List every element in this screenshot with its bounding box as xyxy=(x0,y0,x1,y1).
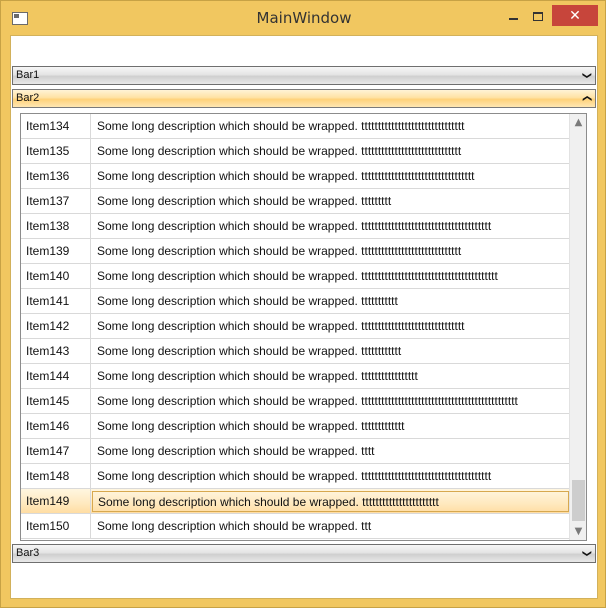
list-item[interactable]: Item138 Some long description which shoul… xyxy=(21,214,569,239)
list-item[interactable]: Item142 Some long description which shoul… xyxy=(21,314,569,339)
list-item[interactable]: Item147 Some long description which shoul… xyxy=(21,439,569,464)
list-item[interactable]: Item135 Some long description which shoul… xyxy=(21,139,569,164)
item-name: Item142 xyxy=(21,314,91,338)
item-name: Item134 xyxy=(21,114,91,138)
item-description: Some long description which should be wr… xyxy=(97,344,402,358)
item-name: Item136 xyxy=(21,164,91,188)
list-item[interactable]: Item146 Some long description which shoul… xyxy=(21,414,569,439)
list-item[interactable]: Item143 Some long description which shoul… xyxy=(21,339,569,364)
scroll-up-icon[interactable]: ▲ xyxy=(570,114,587,131)
item-name: Item150 xyxy=(21,514,91,538)
list-item[interactable]: Item144 Some long description which shoul… xyxy=(21,364,569,389)
item-description: Some long description which should be wr… xyxy=(97,294,398,308)
item-description: Some long description which should be wr… xyxy=(97,194,392,208)
item-name: Item148 xyxy=(21,464,91,488)
item-description: Some long description which should be wr… xyxy=(97,369,418,383)
expander-bar3-header[interactable]: Bar3 ❯ xyxy=(12,544,596,563)
item-name: Item147 xyxy=(21,439,91,463)
list-item[interactable]: Item149 Some long description which shoul… xyxy=(21,489,569,514)
minimize-icon xyxy=(508,18,518,20)
scroll-down-icon[interactable]: ▼ xyxy=(570,523,587,540)
scrollbar-thumb[interactable] xyxy=(572,480,585,521)
item-description: Some long description which should be wr… xyxy=(97,219,492,233)
title-bar[interactable]: MainWindow ✕ xyxy=(1,1,606,36)
item-description: Some long description which should be wr… xyxy=(97,419,405,433)
expander-label: Bar3 xyxy=(16,547,40,559)
item-name: Item137 xyxy=(21,189,91,213)
item-description: Some long description which should be wr… xyxy=(97,119,465,133)
close-button[interactable]: ✕ xyxy=(552,5,598,26)
item-description: Some long description which should be wr… xyxy=(97,144,462,158)
list-item[interactable]: Item139 Some long description which shoul… xyxy=(21,239,569,264)
item-name: Item140 xyxy=(21,264,91,288)
item-name: Item135 xyxy=(21,139,91,163)
item-name: Item139 xyxy=(21,239,91,263)
item-list[interactable]: Item134 Some long description which shoul… xyxy=(20,113,587,541)
item-name: Item146 xyxy=(21,414,91,438)
list-item[interactable]: Item141 Some long description which shoul… xyxy=(21,289,569,314)
vertical-scrollbar[interactable]: ▲ ▼ xyxy=(569,114,586,540)
expander-label: Bar1 xyxy=(16,69,40,81)
main-window: MainWindow ✕ Bar1 ❯ Bar2 ❯ Item134 Some l… xyxy=(0,0,606,608)
list-item[interactable]: Item145 Some long description which shoul… xyxy=(21,389,569,414)
item-description: Some long description which should be wr… xyxy=(92,491,569,512)
client-area: Bar1 ❯ Bar2 ❯ Item134 Some long descripti… xyxy=(10,35,598,599)
list-rows: Item134 Some long description which shoul… xyxy=(21,114,569,540)
item-name: Item145 xyxy=(21,389,91,413)
item-name: Item138 xyxy=(21,214,91,238)
item-name: Item141 xyxy=(21,289,91,313)
list-item[interactable]: Item134 Some long description which shoul… xyxy=(21,114,569,139)
maximize-button[interactable] xyxy=(526,5,550,27)
list-item[interactable]: Item137 Some long description which shoul… xyxy=(21,189,569,214)
item-description: Some long description which should be wr… xyxy=(97,469,492,483)
maximize-icon xyxy=(533,11,543,21)
list-item[interactable]: Item136 Some long description which shoul… xyxy=(21,164,569,189)
list-item[interactable]: Item148 Some long description which shoul… xyxy=(21,464,569,489)
minimize-button[interactable] xyxy=(501,5,525,27)
item-description: Some long description which should be wr… xyxy=(97,394,518,408)
item-name: Item149 xyxy=(21,489,91,513)
expander-bar2-header[interactable]: Bar2 ❯ xyxy=(12,89,596,108)
item-name: Item143 xyxy=(21,339,91,363)
item-description: Some long description which should be wr… xyxy=(97,269,498,283)
chevron-up-icon: ❯ xyxy=(581,94,592,103)
chevron-down-icon: ❯ xyxy=(582,549,593,558)
item-description: Some long description which should be wr… xyxy=(97,319,465,333)
item-description: Some long description which should be wr… xyxy=(97,519,372,533)
item-name: Item144 xyxy=(21,364,91,388)
item-description: Some long description which should be wr… xyxy=(97,444,375,458)
close-icon: ✕ xyxy=(569,7,581,24)
item-description: Some long description which should be wr… xyxy=(97,169,475,183)
expander-bar1-header[interactable]: Bar1 ❯ xyxy=(12,66,596,85)
chevron-down-icon: ❯ xyxy=(582,71,593,80)
list-item[interactable]: Item140 Some long description which shoul… xyxy=(21,264,569,289)
list-item[interactable]: Item150 Some long description which shoul… xyxy=(21,514,569,539)
expander-label: Bar2 xyxy=(16,92,40,104)
item-description: Some long description which should be wr… xyxy=(97,244,462,258)
